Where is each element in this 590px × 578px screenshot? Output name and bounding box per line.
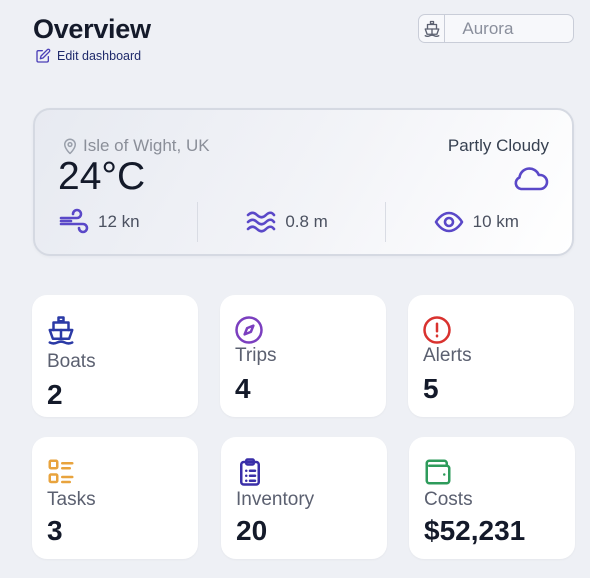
waves-icon [247,211,276,233]
card-label: Alerts [423,345,472,366]
card-label: Costs [424,489,473,510]
card-value: $52,231 [424,515,526,546]
card-value: 4 [235,373,251,404]
alert-icon [423,316,451,344]
boat-icon [424,20,440,37]
location-pin-icon [64,138,76,155]
boat-selector-icon-box [419,15,446,42]
card-value: 3 [47,515,63,546]
boats-card[interactable]: Boats 2 [32,295,198,417]
weather-stats: 12 kn 0.8 m 10 km [35,202,572,242]
clipboard-icon [240,458,260,486]
visibility-value: 10 km [472,212,519,231]
card-label: Trips [235,345,277,366]
card-label: Inventory [236,489,315,510]
wind-stat: 12 kn [35,202,197,242]
wind-icon [59,208,89,234]
temperature: 24°C [58,155,146,198]
wind-value: 12 kn [98,212,140,231]
card-value: 5 [423,373,439,404]
trips-card[interactable]: Trips 4 [220,295,386,417]
eye-icon [434,211,463,233]
card-label: Tasks [47,489,96,510]
boat-icon [48,316,74,345]
weather-card: Isle of Wight, UK 24°C Partly Cloudy 12 … [33,108,574,256]
edit-icon [36,48,51,63]
edit-dashboard-label: Edit dashboard [57,49,142,63]
boat-selector[interactable] [418,14,574,43]
cloud-icon [514,167,549,191]
edit-dashboard-link[interactable]: Edit dashboard [35,48,141,64]
card-label: Boats [47,351,96,372]
card-value: 2 [47,379,63,410]
page-title: Overview [33,14,151,44]
compass-icon [235,316,263,344]
waves-stat: 0.8 m [197,202,384,242]
tasks-icon [48,459,74,484]
card-value: 20 [236,515,268,546]
weather-condition: Partly Cloudy [447,136,549,155]
visibility-stat: 10 km [384,202,572,242]
inventory-card[interactable]: Inventory 20 [221,437,387,559]
wallet-icon [425,459,451,485]
costs-card[interactable]: Costs $52,231 [409,437,575,559]
boat-selector-input[interactable] [445,15,573,42]
weather-location: Isle of Wight, UK [61,136,210,156]
waves-value: 0.8 m [285,212,328,231]
location-text: Isle of Wight, UK [83,136,210,155]
alerts-card[interactable]: Alerts 5 [408,295,574,417]
tasks-card[interactable]: Tasks 3 [32,437,198,559]
